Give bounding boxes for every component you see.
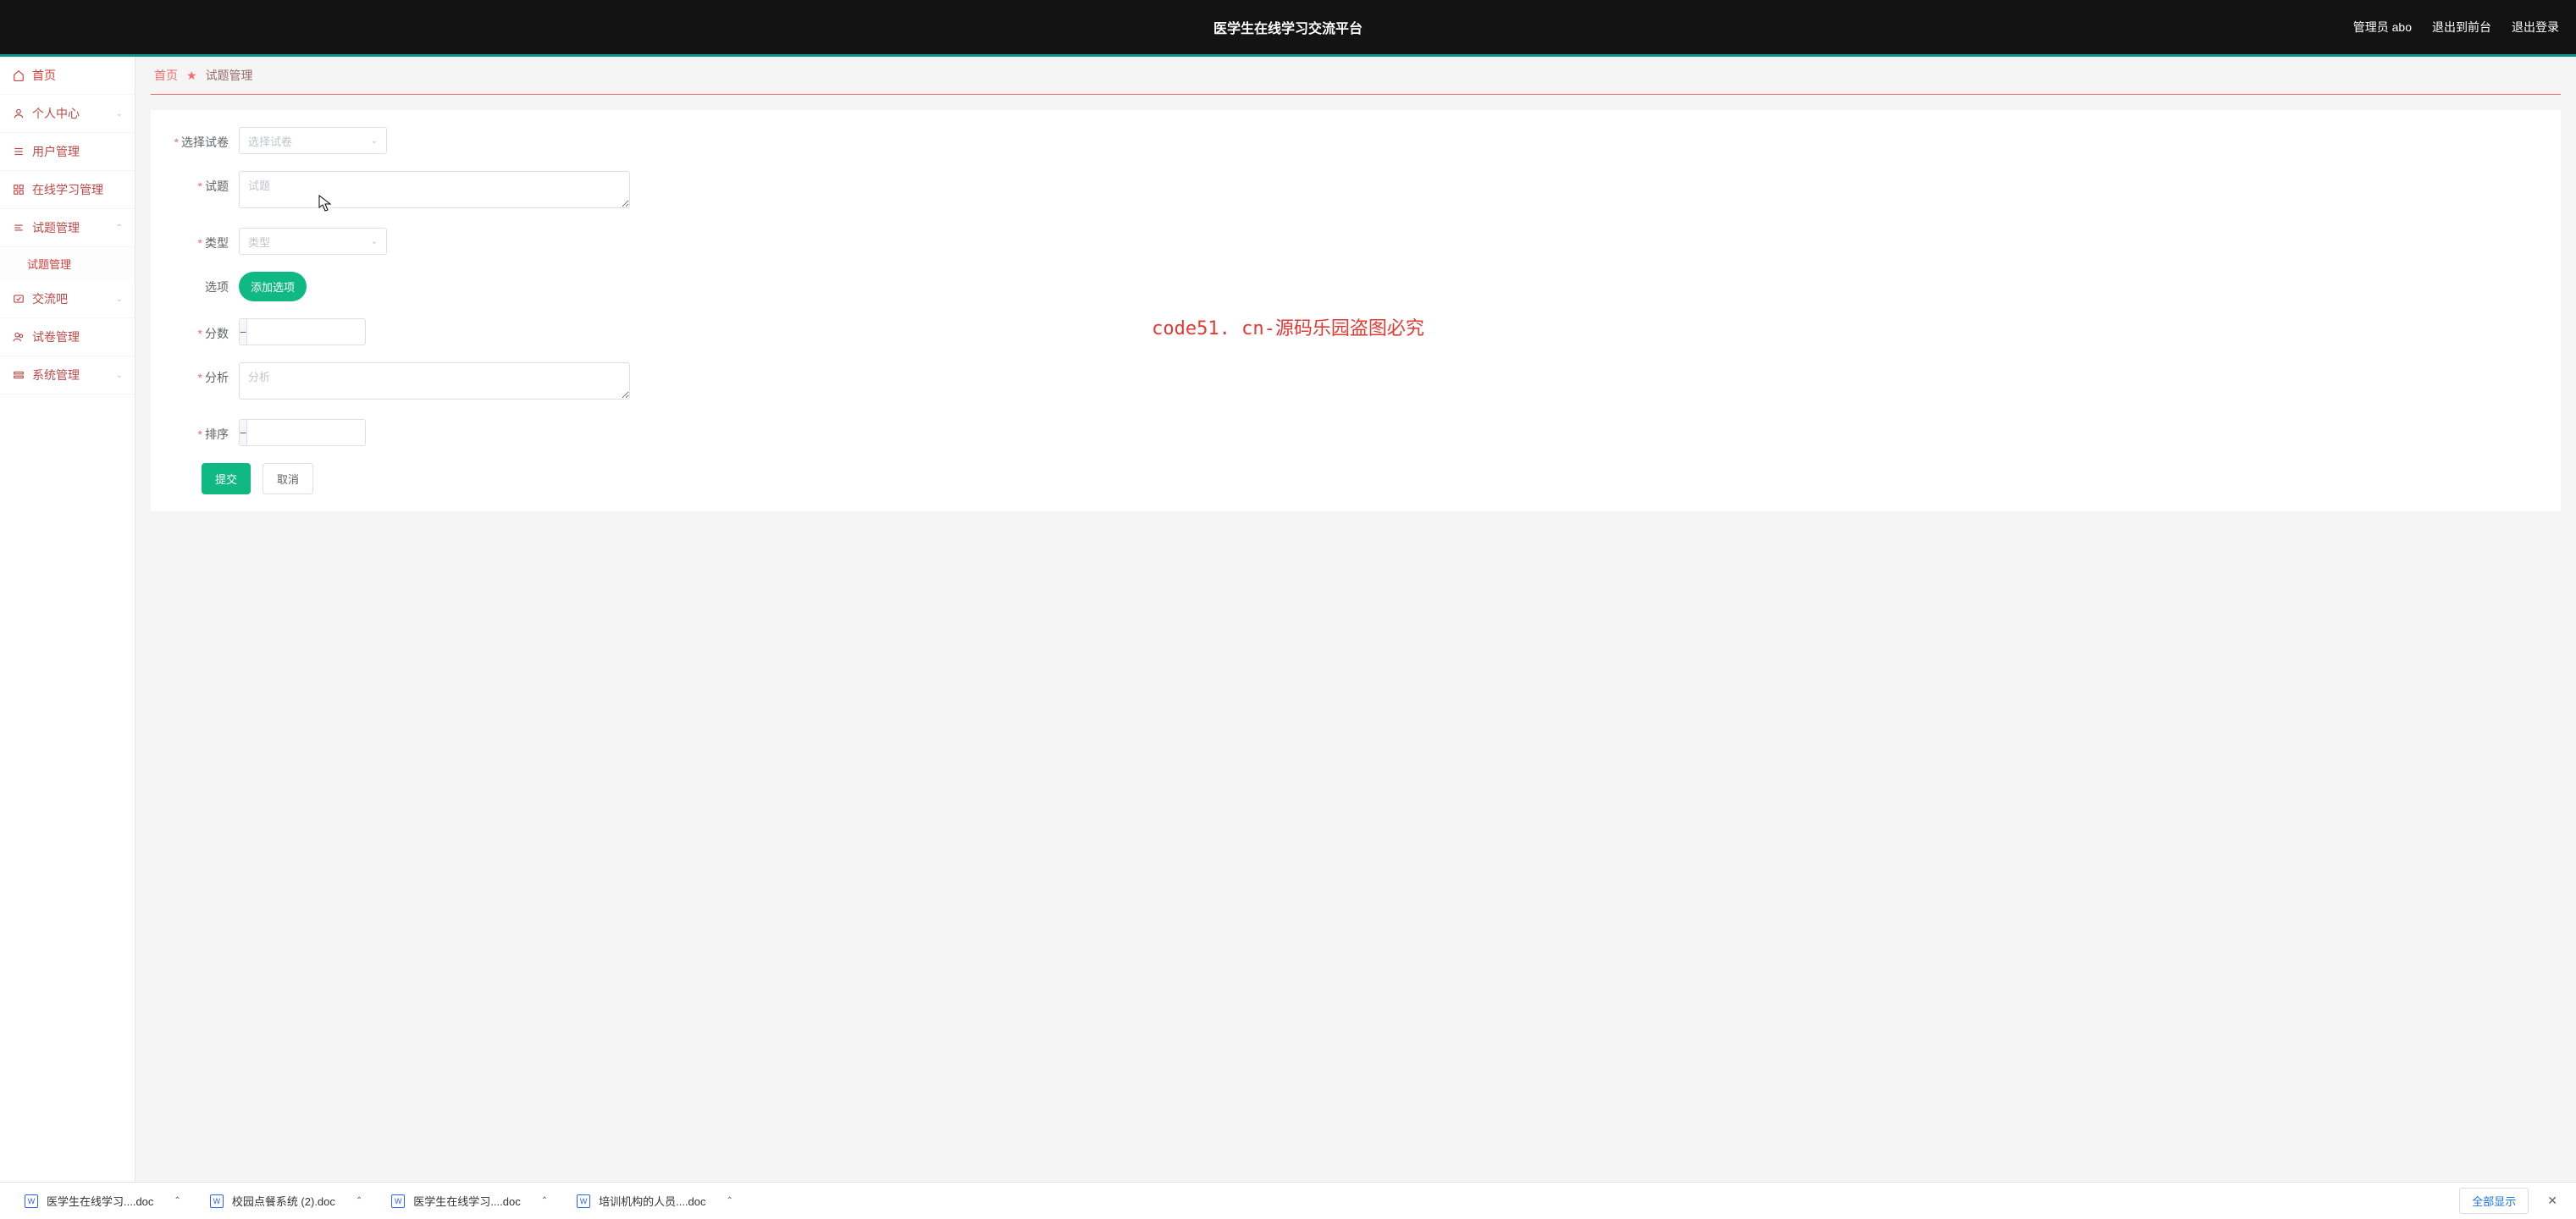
sidebar-label: 个人中心 — [32, 105, 80, 122]
sort-stepper[interactable]: − + — [239, 419, 366, 446]
sidebar-item-home[interactable]: 首页 — [0, 57, 135, 95]
download-filename: 医学生在线学习....doc — [47, 1193, 153, 1209]
sidebar-label: 用户管理 — [32, 143, 80, 160]
settings-icon — [12, 368, 25, 382]
exit-to-front-link[interactable]: 退出到前台 — [2432, 19, 2491, 36]
sidebar-label: 首页 — [32, 67, 56, 84]
score-input[interactable] — [247, 319, 366, 345]
show-all-downloads-button[interactable]: 全部显示 — [2459, 1188, 2529, 1214]
label-analysis: *分析 — [171, 362, 239, 386]
sidebar-item-user-mgmt[interactable]: 用户管理 — [0, 133, 135, 171]
label-score: *分数 — [171, 318, 239, 342]
form-card: *选择试卷 选择试卷 ⌄ *试题 *类型 类型 — [151, 110, 2561, 511]
app-title: 医学生在线学习交流平台 — [1213, 17, 1363, 37]
doc-file-icon — [577, 1194, 590, 1208]
user-label[interactable]: 管理员 abo — [2353, 19, 2412, 36]
sidebar-item-profile[interactable]: 个人中心 ⌄ — [0, 95, 135, 133]
sidebar-label: 系统管理 — [32, 367, 80, 383]
grid-icon — [12, 183, 25, 196]
download-filename: 医学生在线学习....doc — [413, 1193, 520, 1209]
downloads-bar: 医学生在线学习....doc ⌃ 校园点餐系统 (2).doc ⌃ 医学生在线学… — [0, 1182, 2576, 1219]
decrease-button[interactable]: − — [240, 319, 247, 345]
content-area: 首页 ★ 试题管理 *选择试卷 选择试卷 ⌄ *试题 — [135, 57, 2576, 1182]
chevron-down-icon: ⌄ — [116, 295, 123, 304]
chevron-up-icon[interactable]: ⌃ — [174, 1196, 180, 1205]
sidebar-sub-question-mgmt[interactable]: 试题管理 — [0, 247, 135, 280]
add-option-button[interactable]: 添加选项 — [239, 272, 307, 301]
select-placeholder: 选择试卷 — [248, 133, 292, 149]
chevron-down-icon: ⌄ — [116, 109, 123, 119]
user-icon — [12, 107, 25, 120]
chevron-up-icon: ⌃ — [116, 223, 123, 233]
chevron-up-icon[interactable]: ⌃ — [727, 1196, 733, 1205]
breadcrumb-home[interactable]: 首页 — [154, 67, 178, 84]
sidebar-item-system-mgmt[interactable]: 系统管理 ⌄ — [0, 356, 135, 394]
type-dropdown[interactable]: 类型 ⌄ — [239, 228, 387, 255]
download-filename: 校园点餐系统 (2).doc — [232, 1193, 335, 1209]
sidebar: 首页 个人中心 ⌄ 用户管理 在线学习管理 试题管理 ⌃ — [0, 57, 135, 1182]
close-downloads-bar-button[interactable]: ✕ — [2540, 1190, 2564, 1211]
chevron-down-icon: ⌄ — [116, 371, 123, 380]
sidebar-item-exam-mgmt[interactable]: 试卷管理 — [0, 318, 135, 356]
topbar: 医学生在线学习交流平台 管理员 abo 退出到前台 退出登录 — [0, 0, 2576, 54]
label-question: *试题 — [171, 171, 239, 195]
sidebar-item-question-mgmt[interactable]: 试题管理 ⌃ — [0, 209, 135, 247]
doc-file-icon — [391, 1194, 405, 1208]
label-options: 选项 — [171, 272, 239, 295]
score-stepper[interactable]: − + — [239, 318, 366, 345]
cancel-button[interactable]: 取消 — [263, 463, 313, 494]
submit-button[interactable]: 提交 — [202, 463, 251, 494]
breadcrumb-current: 试题管理 — [206, 67, 253, 84]
breadcrumb: 首页 ★ 试题管理 — [151, 57, 2561, 95]
download-item[interactable]: 培训机构的人员....doc ⌃ — [564, 1187, 746, 1215]
doc-file-icon — [210, 1194, 224, 1208]
doc-file-icon — [25, 1194, 38, 1208]
sidebar-item-forum[interactable]: 交流吧 ⌄ — [0, 280, 135, 318]
sidebar-label: 试题管理 — [32, 219, 80, 236]
users-icon — [12, 330, 25, 344]
sidebar-label: 试卷管理 — [32, 328, 80, 345]
download-item[interactable]: 校园点餐系统 (2).doc ⌃ — [197, 1187, 375, 1215]
chevron-down-icon: ⌄ — [371, 136, 378, 146]
star-icon: ★ — [186, 69, 197, 83]
check-icon — [12, 292, 25, 306]
bars-icon — [12, 221, 25, 234]
label-type: *类型 — [171, 228, 239, 251]
chevron-down-icon: ⌄ — [371, 237, 378, 246]
sidebar-item-study-mgmt[interactable]: 在线学习管理 — [0, 171, 135, 209]
select-exam-dropdown[interactable]: 选择试卷 ⌄ — [239, 127, 387, 154]
question-textarea[interactable] — [239, 171, 630, 208]
decrease-button[interactable]: − — [240, 420, 247, 445]
chevron-up-icon[interactable]: ⌃ — [356, 1196, 362, 1205]
analysis-textarea[interactable] — [239, 362, 630, 400]
list-icon — [12, 145, 25, 158]
download-item[interactable]: 医学生在线学习....doc ⌃ — [12, 1187, 194, 1215]
label-select-exam: *选择试卷 — [171, 127, 239, 151]
logout-link[interactable]: 退出登录 — [2512, 19, 2559, 36]
sidebar-label: 在线学习管理 — [32, 181, 103, 198]
download-filename: 培训机构的人员....doc — [599, 1193, 705, 1209]
label-sort: *排序 — [171, 419, 239, 443]
download-item[interactable]: 医学生在线学习....doc ⌃ — [379, 1187, 561, 1215]
sidebar-label: 交流吧 — [32, 290, 68, 307]
home-icon — [12, 69, 25, 82]
sort-input[interactable] — [247, 420, 366, 445]
chevron-up-icon[interactable]: ⌃ — [541, 1196, 548, 1205]
select-placeholder: 类型 — [248, 234, 270, 250]
